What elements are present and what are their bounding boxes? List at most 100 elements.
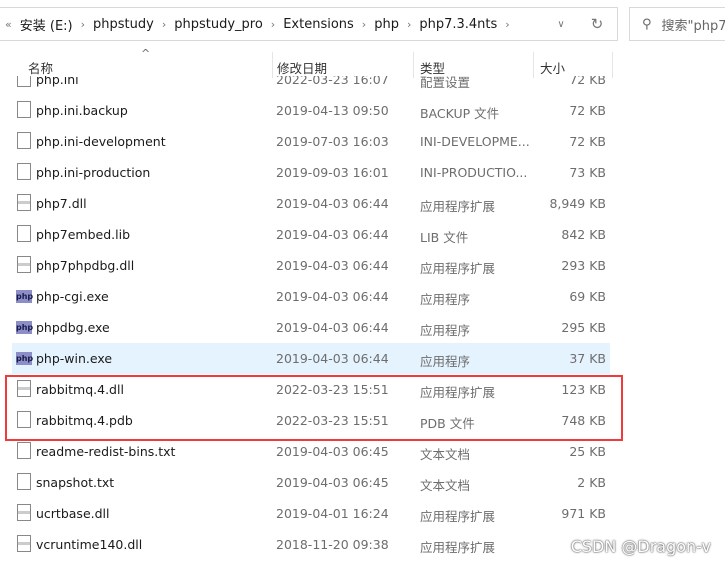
file-type: 文本文档 [420,478,471,493]
file-size: 69 KB [569,289,606,304]
watermark: CSDN @Dragon-v [570,537,711,556]
file-name: php7embed.lib [36,227,131,242]
file-name: php.ini-production [36,165,151,180]
file-type: BACKUP 文件 [420,106,500,121]
file-file-icon [17,163,31,180]
file-size: 72 KB [569,134,606,149]
chevron-right-icon[interactable]: › [271,18,275,31]
column-date[interactable]: 修改日期 [277,58,327,77]
file-date: 2019-09-03 16:01 [276,165,389,180]
file-row[interactable]: php phpdbg.exe 2019-04-03 06:44 应用程序 295 KB [12,312,610,343]
search-icon: ⚲ [642,16,652,32]
php-file-icon: php [16,321,34,334]
chevron-right-icon[interactable]: › [162,18,166,31]
file-name: php.ini.backup [36,103,128,118]
file-date: 2019-04-03 06:45 [276,444,389,459]
file-row[interactable]: php.ini-development 2019-07-03 16:03 INI-D… [12,126,610,157]
file-name: php7phpdbg.dll [36,258,135,273]
php-file-icon: php [16,290,34,303]
file-file-icon [17,101,31,118]
file-row[interactable]: php.ini-production 2019-09-03 16:01 INI-PR… [12,157,610,188]
txt-file-icon [17,473,31,490]
file-file-icon [17,132,31,149]
file-date: 2019-04-03 06:45 [276,475,389,490]
file-date: 2019-04-13 09:50 [276,103,389,118]
address-bar[interactable]: « 安装 (E:) › phpstudy › phpstudy_pro › Extension… [0,7,618,41]
breadcrumb-item[interactable]: php7.3.4nts [419,17,497,32]
file-size: 293 KB [561,258,606,273]
file-date: 2019-07-03 16:03 [276,134,389,149]
breadcrumb-item[interactable]: Extensions [283,17,354,32]
file-name: php7.dll [36,196,87,211]
breadcrumb-item[interactable]: php [374,17,399,32]
file-name: php.ini-development [36,134,166,149]
file-row[interactable]: php php-win.exe 2019-04-03 06:44 应用程序 37 KB [12,343,610,374]
file-date: 2018-11-20 09:38 [276,537,389,552]
dll-file-icon [17,504,31,521]
php-file-icon: php [16,352,34,365]
column-size[interactable]: 大小 [540,58,565,77]
chevron-down-icon[interactable]: ∨ [546,19,576,30]
column-divider[interactable] [612,52,613,78]
file-name: vcruntime140.dll [36,537,143,552]
breadcrumb-item[interactable]: phpstudy_pro [174,17,263,32]
file-file-icon [17,225,31,242]
file-size: 25 KB [569,444,606,459]
column-type[interactable]: 类型 [420,58,445,77]
file-type: 应用程序扩展 [420,540,496,555]
file-type: 应用程序 [420,323,471,338]
highlight-box [5,375,623,441]
breadcrumb-item[interactable]: 安装 (E:) [20,15,73,34]
file-size: 842 KB [561,227,606,242]
search-placeholder: 搜索"php7 [661,18,725,34]
column-header: ^ 名称 修改日期 类型 大小 [0,47,725,78]
column-divider[interactable] [413,52,414,78]
file-row[interactable]: php7.dll 2019-04-03 06:44 应用程序扩展 8,949 KB [12,188,610,219]
txt-file-icon [17,442,31,459]
file-row[interactable]: php7embed.lib 2019-04-03 06:44 LIB 文件 842 K… [12,219,610,250]
chevron-right-icon[interactable]: › [407,18,411,31]
file-size: 37 KB [569,351,606,366]
file-date: 2019-04-03 06:44 [276,258,389,273]
overflow-icon[interactable]: « [5,18,12,31]
file-date: 2019-04-03 06:44 [276,320,389,335]
file-name: readme-redist-bins.txt [36,444,176,459]
chevron-right-icon[interactable]: › [505,18,509,31]
search-input[interactable]: ⚲ 搜索"php7 [629,7,725,41]
file-row[interactable]: vcruntime140.dll 2018-11-20 09:38 应用程序扩展 [12,529,610,560]
dll-file-icon [17,256,31,273]
file-date: 2019-04-03 06:44 [276,196,389,211]
file-type: INI-PRODUCTIO... [420,165,528,180]
file-type: 应用程序 [420,292,471,307]
breadcrumb: « 安装 (E:) › phpstudy › phpstudy_pro › Extension… [0,15,546,34]
file-type: 应用程序扩展 [420,261,496,276]
column-divider[interactable] [272,52,273,78]
file-type: 应用程序 [420,354,471,369]
file-row[interactable]: snapshot.txt 2019-04-03 06:45 文本文档 2 KB [12,467,610,498]
chevron-right-icon[interactable]: › [81,18,85,31]
file-size: 8,949 KB [549,196,606,211]
file-size: 2 KB [577,475,606,490]
file-name: php-cgi.exe [36,289,109,304]
column-divider[interactable] [533,52,534,78]
file-type: LIB 文件 [420,230,469,245]
file-name: ucrtbase.dll [36,506,110,521]
breadcrumb-item[interactable]: phpstudy [93,17,154,32]
file-name: php-win.exe [36,351,113,366]
file-type: INI-DEVELOPME... [420,134,530,149]
file-row[interactable]: php php-cgi.exe 2019-04-03 06:44 应用程序 69 KB [12,281,610,312]
file-date: 2019-04-03 06:44 [276,289,389,304]
refresh-icon[interactable]: ↻ [576,15,617,33]
dll-file-icon [17,535,31,552]
file-row[interactable]: ucrtbase.dll 2019-04-01 16:24 应用程序扩展 971 KB [12,498,610,529]
file-row[interactable]: php.ini.backup 2019-04-13 09:50 BACKUP 文件 7… [12,95,610,126]
file-size: 72 KB [569,103,606,118]
file-row[interactable]: php7phpdbg.dll 2019-04-03 06:44 应用程序扩展 293 … [12,250,610,281]
file-type: 应用程序扩展 [420,509,496,524]
file-type: 文本文档 [420,447,471,462]
file-name: phpdbg.exe [36,320,110,335]
column-name[interactable]: 名称 [28,58,53,77]
chevron-right-icon[interactable]: › [362,18,366,31]
sort-arrow-icon: ^ [141,47,151,60]
file-type: 应用程序扩展 [420,199,496,214]
